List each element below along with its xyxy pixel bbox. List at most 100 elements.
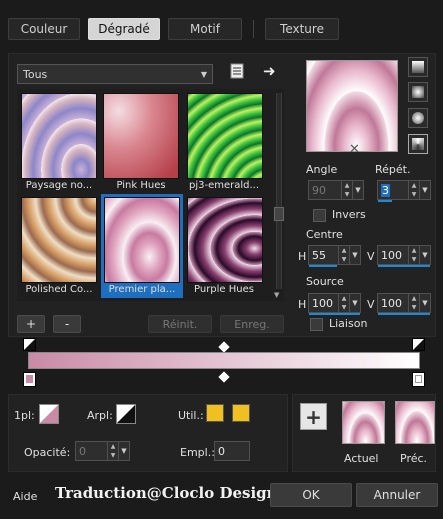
source-v-stepper[interactable]: 100 ▲ ▼ ▼ [377, 293, 431, 315]
stepper-arrows-icon[interactable]: ▲ ▼ [408, 246, 419, 264]
previous-preview[interactable] [395, 401, 435, 444]
repet-value: 3 [381, 183, 390, 197]
stepper-arrows-icon[interactable]: ▲ ▼ [341, 181, 352, 199]
preset-thumb-premier-plan[interactable] [104, 197, 180, 283]
centre-label: Centre [306, 228, 343, 241]
centre-v-stepper[interactable]: 100 ▲ ▼ ▼ [377, 245, 431, 267]
preset-caption: Purple Hues [194, 284, 254, 295]
centre-h-label: H [298, 250, 307, 263]
source-h-value: 100 [312, 296, 333, 310]
stepper-arrows-icon[interactable]: ▲ ▼ [107, 442, 118, 460]
preset-caption: pj3-emerald... [188, 180, 260, 191]
annuler-button[interactable]: Annuler [356, 483, 438, 507]
preset-thumb-purple-hues[interactable] [187, 197, 263, 283]
arrow-right-icon[interactable]: ➜ [263, 63, 280, 80]
preset-scrollbar[interactable]: ▼ [274, 89, 284, 301]
remove-preset-button[interactable]: - [53, 315, 81, 333]
empl-label: Empl.: [180, 446, 215, 459]
chevron-down-icon[interactable]: ▼ [419, 246, 430, 264]
actuel-label: Actuel [344, 452, 379, 465]
stepper-arrows-icon[interactable]: ▲ ▼ [338, 246, 349, 264]
tab-motif[interactable]: Motif [168, 18, 242, 40]
centre-h-stepper[interactable]: 55 ▲ ▼ ▼ [308, 245, 361, 267]
tab-divider [253, 20, 254, 38]
empl-value: 0 [218, 444, 225, 458]
repet-label: Répét. [375, 163, 411, 176]
preset-thumb-polished[interactable] [21, 197, 97, 283]
preset-thumb-emerald[interactable] [187, 93, 263, 179]
add-preset-button[interactable]: + [17, 315, 45, 333]
scroll-down-icon[interactable]: ▼ [274, 291, 279, 299]
crosshair-icon: ✕ [349, 142, 360, 157]
add-to-presets-icon[interactable]: + [300, 403, 327, 430]
invers-label: Invers [332, 208, 366, 221]
linear-gradient-type-icon[interactable] [408, 57, 428, 77]
source-v-label: V [367, 298, 375, 311]
chevron-down-icon[interactable]: ▼ [352, 181, 363, 199]
source-h-stepper[interactable]: 100 ▲ ▼ ▼ [308, 293, 361, 315]
radial-gradient-type-icon[interactable] [408, 134, 428, 154]
stepper-arrows-icon[interactable]: ▲ ▼ [408, 294, 419, 312]
sunburst-gradient-type-icon[interactable] [408, 108, 428, 128]
stepper-arrows-icon[interactable]: ▲ ▼ [408, 181, 419, 199]
gradient-preview[interactable] [306, 60, 398, 152]
reinit-button[interactable]: Réinit. [148, 315, 212, 333]
chevron-down-icon[interactable]: ▼ [349, 246, 360, 264]
source-v-value: 100 [381, 296, 402, 310]
chevron-down-icon[interactable]: ▼ [419, 181, 430, 199]
centre-h-value: 55 [312, 248, 326, 262]
liaison-label: Liaison [329, 317, 368, 330]
start-stop-marker-icon[interactable] [23, 338, 36, 351]
preset-caption: Polished Co... [25, 284, 93, 295]
prec-label: Préc. [400, 452, 428, 465]
chevron-down-icon: ▼ [200, 69, 207, 79]
user-color-picker[interactable] [232, 404, 250, 422]
preset-caption: Premier pla... [108, 284, 176, 295]
tab-degrade[interactable]: Dégradé [88, 18, 160, 40]
opacite-stepper[interactable]: 0 ▲ ▼ ▼ [75, 441, 130, 461]
pl1-label: 1pl: [14, 409, 35, 422]
util-label: Util.: [178, 409, 204, 422]
source-h-label: H [298, 298, 307, 311]
aide-link[interactable]: Aide [13, 490, 37, 503]
ok-button[interactable]: OK [270, 483, 352, 507]
user-color-swatch[interactable] [206, 404, 224, 422]
current-preview[interactable] [342, 401, 385, 444]
foreground-color-icon[interactable] [39, 404, 59, 424]
source-label: Source [306, 275, 344, 288]
end-color-stop-icon[interactable] [412, 372, 425, 387]
midpoint-marker-icon[interactable] [218, 341, 230, 353]
angle-label: Angle [306, 163, 338, 176]
chevron-down-icon[interactable]: ▼ [349, 294, 360, 312]
centre-v-value: 100 [381, 248, 402, 262]
invers-checkbox[interactable] [313, 209, 326, 222]
start-color-stop-icon[interactable] [23, 372, 36, 387]
opacite-value: 0 [79, 444, 86, 458]
tab-couleur[interactable]: Couleur [8, 18, 80, 40]
scrollbar-thumb[interactable] [274, 207, 284, 221]
stepper-arrows-icon[interactable]: ▲ ▼ [338, 294, 349, 312]
resource-manager-icon[interactable] [229, 63, 246, 80]
repet-stepper[interactable]: 3 ▲ ▼ ▼ [377, 180, 431, 202]
preset-category-value: Tous [23, 67, 48, 81]
angle-stepper[interactable]: 90 ▲ ▼ ▼ [308, 180, 364, 200]
chevron-down-icon[interactable]: ▼ [419, 294, 430, 312]
liaison-checkbox[interactable] [310, 318, 323, 331]
preset-caption: Paysage no... [25, 180, 93, 191]
end-stop-marker-icon[interactable] [412, 338, 425, 351]
color-midpoint-marker-icon[interactable] [218, 371, 230, 383]
enreg-button[interactable]: Enreg. [220, 315, 284, 333]
preset-category-select[interactable]: Tous ▼ [17, 64, 213, 84]
background-color-icon[interactable] [116, 404, 136, 424]
preset-thumb-paysage[interactable] [21, 93, 97, 179]
preset-thumb-pink-hues[interactable] [103, 93, 179, 179]
empl-field[interactable]: 0 [214, 441, 250, 461]
rectangular-gradient-type-icon[interactable] [408, 82, 428, 102]
opacite-label: Opacité: [24, 446, 71, 459]
watermark-text: Traduction@Cloclo Design [55, 484, 278, 502]
chevron-down-icon[interactable]: ▼ [118, 442, 129, 460]
tab-texture[interactable]: Texture [265, 18, 339, 40]
arpl-label: Arpl: [87, 409, 113, 422]
centre-v-label: V [367, 250, 375, 263]
gradient-bar[interactable] [28, 352, 420, 369]
